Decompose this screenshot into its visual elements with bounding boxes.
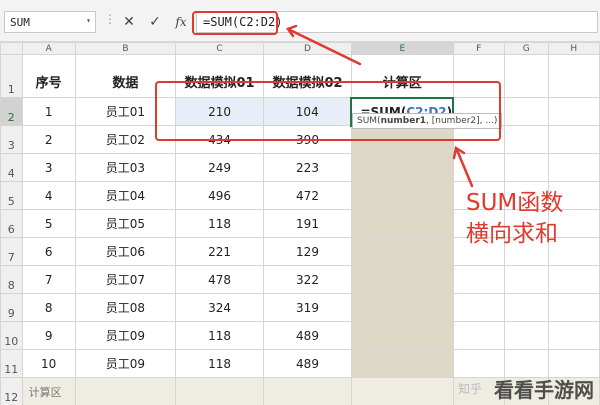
annotation-line-1: SUM函数 <box>466 190 564 216</box>
arrow-to-range <box>455 148 474 188</box>
annotation-note: SUM函数 横向求和 <box>466 188 563 250</box>
watermark-faint: 知乎 <box>458 382 483 396</box>
arrow-to-formula <box>288 28 362 66</box>
watermark-logo: 看看手游网 <box>494 378 594 402</box>
annotation-line-2: 横向求和 <box>466 221 558 247</box>
